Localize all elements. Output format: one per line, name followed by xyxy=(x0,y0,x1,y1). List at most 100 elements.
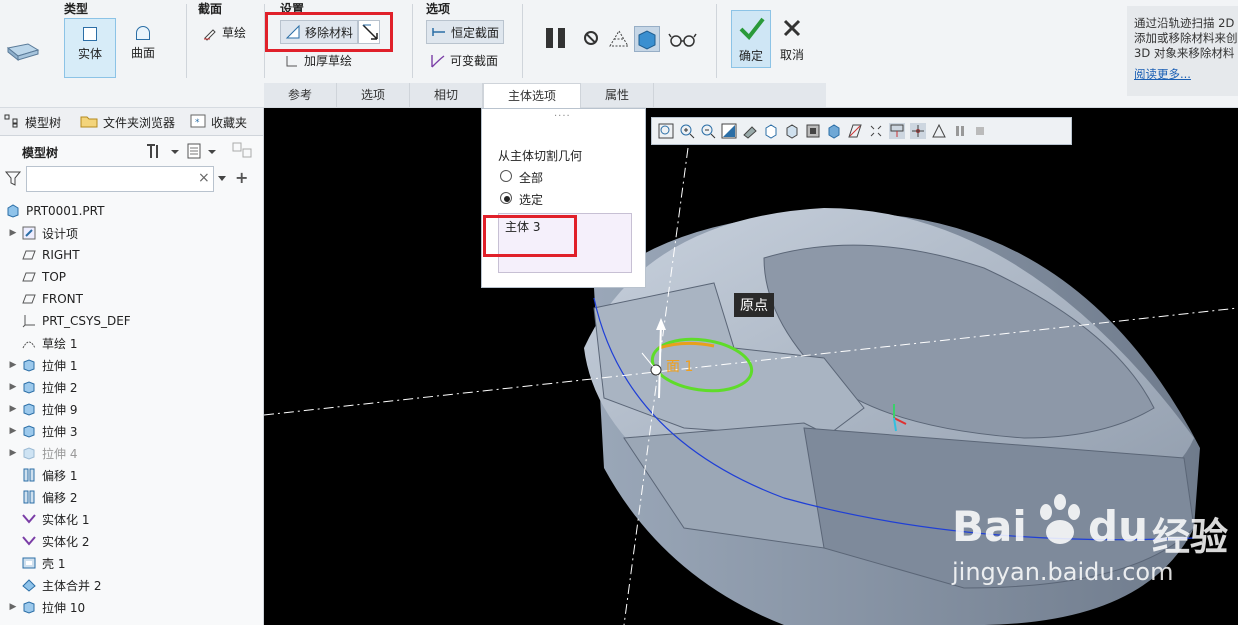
tree-item-label: 壳 1 xyxy=(42,556,66,571)
read-more-link[interactable]: 阅读更多... xyxy=(1134,67,1238,82)
saved-orientations-icon[interactable] xyxy=(763,123,779,139)
variable-section-button[interactable]: 可变截面 xyxy=(430,52,498,69)
tree-item[interactable]: 主体合并 2 xyxy=(0,574,263,596)
thicken-sketch-button[interactable]: 加厚草绘 xyxy=(284,52,352,69)
radio-all[interactable] xyxy=(500,170,512,182)
view-manager-icon[interactable] xyxy=(784,123,800,139)
next-step-icon[interactable] xyxy=(973,123,989,139)
tab-tangency[interactable]: 相切 xyxy=(410,83,483,107)
zoom-out-icon[interactable] xyxy=(700,123,716,139)
tree-item[interactable]: PRT0001.PRT xyxy=(0,200,263,222)
tree-settings-button[interactable] xyxy=(144,142,180,160)
tab-body-options[interactable]: 主体选项 xyxy=(483,83,581,108)
variable-section-label: 可变截面 xyxy=(450,54,499,68)
ok-button[interactable]: 确定 xyxy=(731,10,771,68)
thicken-sketch-label: 加厚草绘 xyxy=(304,54,353,68)
tree-item[interactable]: ▶ 设计项 xyxy=(0,222,263,244)
search-dropdown-icon[interactable] xyxy=(218,176,226,181)
radio-selected[interactable] xyxy=(500,192,512,204)
face-annotation: 面 1 xyxy=(666,359,694,375)
columns-icon xyxy=(187,143,216,159)
tab-options[interactable]: 选项 xyxy=(337,83,410,107)
surface-label: 曲面 xyxy=(130,46,155,60)
tab-favorites-label: 收藏夹 xyxy=(211,116,248,130)
graphics-viewport[interactable]: 原点 面 1 Bai du 经验 jingyan.baidu.com xyxy=(264,108,1238,625)
zoom-in-icon[interactable] xyxy=(679,123,695,139)
expand-arrow-icon[interactable]: ▶ xyxy=(6,404,20,414)
tree-item-label: 设计项 xyxy=(42,226,79,241)
tree-item[interactable]: ▶ 拉伸 4 xyxy=(0,442,263,464)
solid-label: 实体 xyxy=(77,47,102,61)
tree-item[interactable]: 偏移 1 xyxy=(0,464,263,486)
tree-item[interactable]: 实体化 2 xyxy=(0,530,263,552)
expand-arrow-icon[interactable]: ▶ xyxy=(6,602,20,612)
tree-item[interactable]: FRONT xyxy=(0,288,263,310)
tree-item[interactable]: 偏移 2 xyxy=(0,486,263,508)
csys-icon xyxy=(22,314,36,328)
tree-columns-button[interactable] xyxy=(186,142,222,160)
expand-arrow-icon[interactable]: ▶ xyxy=(6,426,20,436)
extrude-icon xyxy=(22,380,36,394)
tree-item[interactable]: ▶ 拉伸 9 xyxy=(0,398,263,420)
spin-center-icon[interactable] xyxy=(910,123,926,139)
clear-search-icon[interactable]: × xyxy=(198,171,210,185)
tree-item[interactable]: TOP xyxy=(0,266,263,288)
annotation-display-icon[interactable] xyxy=(889,123,905,139)
tree-item[interactable]: 实体化 1 xyxy=(0,508,263,530)
verify-glasses-icon[interactable] xyxy=(668,30,698,48)
tab-references[interactable]: 参考 xyxy=(264,83,337,107)
expand-arrow-icon[interactable]: ▶ xyxy=(6,360,20,370)
tree-item[interactable]: ▶ 拉伸 1 xyxy=(0,354,263,376)
display-style-icon[interactable] xyxy=(805,123,821,139)
expand-arrow-icon[interactable]: ▶ xyxy=(6,448,20,458)
tree-item-label: 拉伸 3 xyxy=(42,424,78,439)
panel-grip[interactable]: ···· xyxy=(554,111,571,122)
constant-section-button[interactable]: 恒定截面 xyxy=(426,20,505,44)
origin-annotation: 原点 xyxy=(734,293,774,317)
pause-regen-icon[interactable] xyxy=(952,123,968,139)
feature-preview-button[interactable] xyxy=(634,26,660,52)
solid-icon xyxy=(83,27,97,41)
simplified-rep-icon[interactable] xyxy=(931,123,947,139)
expand-arrow-icon[interactable]: ▶ xyxy=(6,382,20,392)
remove-material-button[interactable]: 移除材料 xyxy=(280,20,359,44)
shaded-icon[interactable] xyxy=(826,123,842,139)
refit-icon[interactable] xyxy=(658,123,674,139)
repaint-icon[interactable] xyxy=(721,123,737,139)
expand-arrow-icon[interactable]: ▶ xyxy=(6,228,20,238)
cancel-button[interactable]: 取消 xyxy=(774,10,810,68)
geometry-preview-icon[interactable] xyxy=(607,28,631,50)
tab-folder-browser[interactable]: 文件夹浏览器 xyxy=(80,114,175,131)
tree-item[interactable]: 草绘 1 xyxy=(0,332,263,354)
datum-points-icon[interactable] xyxy=(868,123,884,139)
tree-item[interactable]: ▶ 拉伸 2 xyxy=(0,376,263,398)
extrude-icon xyxy=(22,402,36,416)
no-preview-slash xyxy=(585,33,597,44)
sketch-pencil-icon xyxy=(202,25,218,41)
tree-item[interactable]: PRT_CSYS_DEF xyxy=(0,310,263,332)
offset-icon xyxy=(22,468,36,482)
sketch-button[interactable]: 草绘 xyxy=(202,24,246,41)
pause-button[interactable] xyxy=(544,26,570,50)
navigator-tabs: 模型树 文件夹浏览器 * 收藏夹 xyxy=(0,108,263,136)
no-preview-icon[interactable] xyxy=(584,31,598,45)
tree-item-label: 拉伸 9 xyxy=(42,402,78,417)
tree-item[interactable]: ▶ 拉伸 3 xyxy=(0,420,263,442)
datum-planes-icon[interactable] xyxy=(847,123,863,139)
solid-button[interactable]: 实体 xyxy=(64,18,116,78)
filter-icon[interactable] xyxy=(4,170,24,188)
solidify-icon xyxy=(22,512,36,526)
tree-item[interactable]: RIGHT xyxy=(0,244,263,266)
tree-search-input[interactable] xyxy=(26,166,214,192)
tree-item[interactable]: ▶ 拉伸 10 xyxy=(0,596,263,618)
group-title-section: 截面 xyxy=(198,2,223,16)
surface-button[interactable]: 曲面 xyxy=(118,18,170,78)
tab-favorites[interactable]: * 收藏夹 xyxy=(190,114,247,131)
perspective-icon[interactable] xyxy=(742,123,758,139)
add-filter-icon[interactable]: + xyxy=(235,168,248,187)
tab-model-tree[interactable]: 模型树 xyxy=(4,114,61,131)
tree-item[interactable]: 壳 1 xyxy=(0,552,263,574)
tab-properties[interactable]: 属性 xyxy=(581,83,654,107)
flip-direction-button[interactable] xyxy=(358,20,380,44)
watermark-cn: 经验 xyxy=(1152,515,1229,559)
